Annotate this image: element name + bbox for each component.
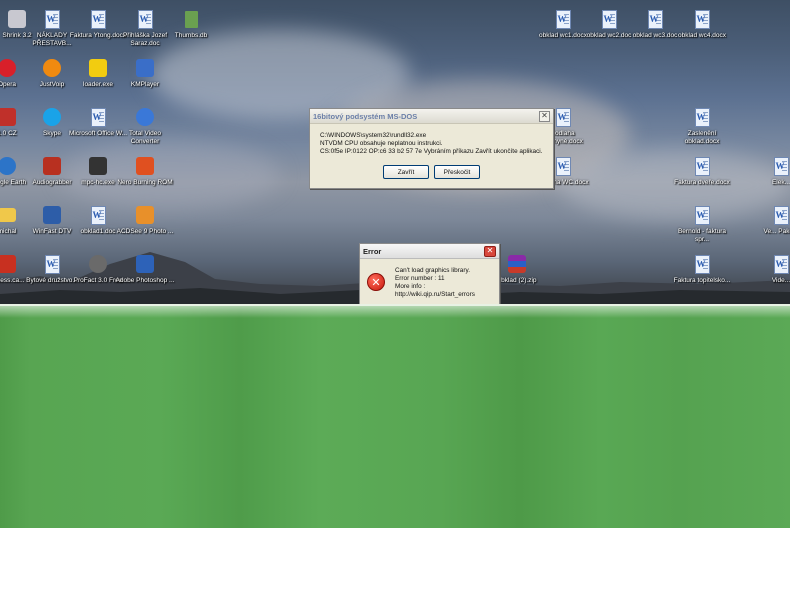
word-document-icon — [90, 107, 106, 127]
panel-highlight — [0, 306, 790, 318]
word-document-icon — [694, 156, 710, 176]
word-document-icon — [694, 254, 710, 274]
app-icon — [0, 255, 16, 273]
error-icon: ✕ — [367, 273, 385, 291]
word-document-icon — [555, 156, 571, 176]
dialog-content: ✕ Can't load graphics library. Error num… — [360, 259, 499, 299]
close-icon[interactable]: ✕ — [484, 245, 496, 257]
desktop-icon-zasleneni-obklad[interactable]: Zaslenění obklad.docx — [671, 107, 733, 146]
desktop: Shrink 3.2 NÁKLADY PŘESTAVB... Faktura Y… — [0, 0, 790, 304]
message-line: NTVDM CPU obsahuje neplatnou instrukci. — [320, 140, 443, 147]
dialog-buttons: Zavřít Přeskočit — [310, 165, 553, 179]
loader-icon — [89, 59, 107, 77]
word-document-icon — [773, 156, 789, 176]
word-document-icon — [773, 205, 789, 225]
voip-icon — [43, 59, 61, 77]
film-icon — [89, 157, 107, 175]
photoshop-icon — [136, 255, 154, 273]
word-document-icon — [44, 254, 60, 274]
message-line: C:\WINDOWS\system32\rundll32.exe — [320, 132, 427, 139]
close-icon[interactable]: ✕ — [539, 110, 550, 122]
nero-icon — [136, 157, 154, 175]
dialog-titlebar[interactable]: Error ✕ — [360, 244, 499, 259]
desktop-icon-faktura-topitelsko[interactable]: Faktura topitelsko... — [671, 254, 733, 285]
dialog-message: C:\WINDOWS\system32\rundll32.exe NTVDM C… — [310, 124, 553, 156]
globe-icon — [0, 157, 16, 175]
opera-icon — [0, 59, 16, 77]
profact-icon — [89, 255, 107, 273]
dialog-title: 16bitový podsystém MS-DOS — [313, 111, 418, 121]
word-document-icon — [555, 9, 571, 29]
message-line: CS:0f5e IP:0122 OP:c6 33 b2 57 7e Vybrán… — [320, 148, 543, 155]
photo-icon — [136, 206, 154, 224]
message-line: Can't load graphics library. — [395, 267, 470, 274]
skype-icon — [43, 108, 61, 126]
desktop-icon-kmplayer[interactable]: KMPlayer — [114, 58, 176, 89]
word-document-icon — [694, 9, 710, 29]
desktop-icon-vide[interactable]: Vide... — [750, 254, 790, 285]
error-info-link[interactable]: http://wiki.qip.ru/Start_errors — [395, 291, 475, 299]
green-panel — [0, 304, 790, 528]
winrar-icon — [508, 255, 526, 273]
desktop-icon-bernold[interactable]: Bernold - faktura spr... — [671, 205, 733, 244]
player-icon — [136, 59, 154, 77]
word-document-icon — [773, 254, 789, 274]
dialog-title: Error — [363, 246, 382, 256]
desktop-icon-total-video-converter[interactable]: Total Video Converter — [114, 107, 176, 146]
word-document-icon — [694, 205, 710, 225]
error-dialog: Error ✕ ✕ Can't load graphics library. E… — [359, 243, 500, 304]
word-document-icon — [555, 107, 571, 127]
msdos-subsystem-dialog: 16bitový podsystém MS-DOS ✕ C:\WINDOWS\s… — [309, 108, 554, 189]
word-document-icon — [601, 9, 617, 29]
folder-icon — [0, 208, 16, 222]
desktop-icon-photoshop[interactable]: Adobe Photoshop ... — [114, 254, 176, 285]
db-file-icon — [184, 10, 198, 28]
close-button[interactable]: Zavřít — [383, 165, 429, 179]
word-document-icon — [44, 9, 60, 29]
word-document-icon — [90, 9, 106, 29]
desktop-icon-ve-pake[interactable]: Ve... Pake... — [750, 205, 790, 236]
desktop-icon-thumbs[interactable]: Thumbs.db — [160, 9, 222, 40]
desktop-icon-acdsee[interactable]: ACDSee 9 Photo ... — [114, 205, 176, 236]
dialog-titlebar[interactable]: 16bitový podsystém MS-DOS ✕ — [310, 109, 553, 124]
cloud — [150, 30, 410, 120]
word-document-icon — [90, 205, 106, 225]
desktop-icon-faktura-dvere[interactable]: Faktura dveře.docx — [671, 156, 733, 187]
word-document-icon — [137, 9, 153, 29]
desktop-icon-nero[interactable]: Nero Burning ROM — [114, 156, 176, 187]
tv-icon — [43, 206, 61, 224]
desktop-icon-elek[interactable]: Elek... — [750, 156, 790, 187]
video-converter-icon — [136, 108, 154, 126]
audio-icon — [43, 157, 61, 175]
message-line: More info : — [395, 283, 426, 290]
app-icon — [0, 108, 16, 126]
word-document-icon — [647, 9, 663, 29]
desktop-icon-obklad-wc4[interactable]: obklad wc4.docx — [671, 9, 733, 40]
skip-button[interactable]: Přeskočit — [434, 165, 480, 179]
word-document-icon — [694, 107, 710, 127]
error-message: Can't load graphics library. Error numbe… — [395, 267, 475, 299]
message-line: Error number : 11 — [395, 275, 445, 282]
